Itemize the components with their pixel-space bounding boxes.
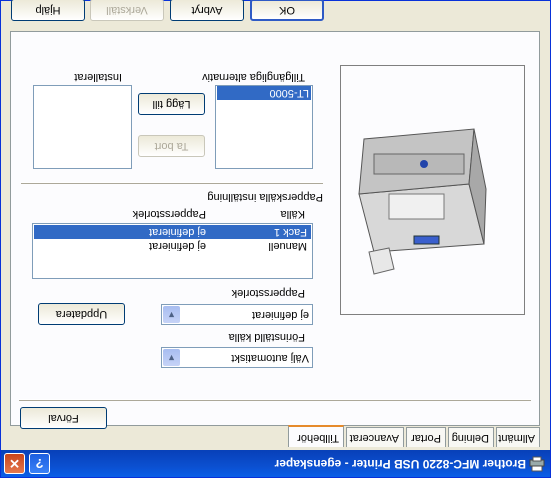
available-options-list[interactable]: LT-5000	[215, 85, 313, 169]
help-button[interactable]: Hjälp	[11, 0, 85, 21]
table-row[interactable]: Manuell ej definierat	[34, 239, 311, 253]
help-icon[interactable]: ?	[29, 453, 50, 474]
add-button[interactable]: Lägg till	[138, 93, 205, 115]
list-item[interactable]: LT-5000	[217, 86, 311, 100]
size-column-header: Pappersstorlek	[132, 208, 206, 220]
printer-icon	[529, 456, 545, 472]
ok-button[interactable]: OK	[250, 0, 324, 21]
available-options-label: Tillgängliga alternativ	[202, 71, 305, 83]
chevron-down-icon[interactable]: ▼	[163, 349, 180, 366]
table-cell-source: Fack 1	[273, 226, 307, 238]
properties-window: Brother MFC-8220 USB Printer - egenskape…	[0, 0, 551, 478]
tab-advanced[interactable]: Avancerat	[346, 427, 404, 447]
table-row[interactable]: Fack 1 ej definierat	[34, 225, 311, 239]
default-source-dropdown[interactable]: Välj automatiskt ▼	[161, 347, 313, 368]
printer-preview	[340, 65, 525, 315]
paper-size-dropdown[interactable]: ej definierat ▼	[161, 304, 313, 325]
installed-label: Installerat	[74, 71, 122, 83]
remove-button[interactable]: Ta bort	[138, 135, 205, 157]
chevron-down-icon[interactable]: ▼	[163, 306, 180, 323]
table-cell-size: ej definierat	[149, 226, 206, 238]
tab-ports[interactable]: Portar	[406, 427, 446, 447]
default-source-value: Välj automatiskt	[231, 352, 309, 364]
close-icon[interactable]: ✕	[4, 453, 25, 474]
title-bar[interactable]: Brother MFC-8220 USB Printer - egenskape…	[1, 450, 550, 477]
installed-list[interactable]	[33, 85, 132, 169]
apply-button[interactable]: Verkställ	[90, 0, 164, 21]
tab-accessories[interactable]: Tillbehör	[288, 425, 344, 447]
paper-source-list[interactable]: Fack 1 ej definierat Manuell ej definier…	[32, 223, 313, 279]
cancel-button[interactable]: Avbryt	[170, 0, 244, 21]
paper-size-value: ej definierat	[252, 309, 309, 321]
table-cell-source: Manuell	[268, 240, 307, 252]
update-button[interactable]: Uppdatera	[38, 303, 125, 325]
source-column-header: Källa	[280, 208, 305, 220]
paper-size-label: Pappersstorlek	[231, 287, 305, 299]
tab-sharing[interactable]: Delning	[448, 427, 494, 447]
panel-separator	[19, 399, 531, 401]
default-source-label: Förinställd källa	[228, 331, 305, 343]
table-cell-size: ej definierat	[149, 240, 206, 252]
defaults-button[interactable]: Förval	[20, 407, 107, 429]
tab-general[interactable]: Allmänt	[496, 427, 540, 447]
printer-illustration	[358, 128, 487, 275]
window-title: Brother MFC-8220 USB Printer - egenskape…	[274, 457, 526, 471]
paper-source-settings-label: Papperskälla inställning	[207, 191, 323, 203]
group-separator	[21, 182, 323, 184]
